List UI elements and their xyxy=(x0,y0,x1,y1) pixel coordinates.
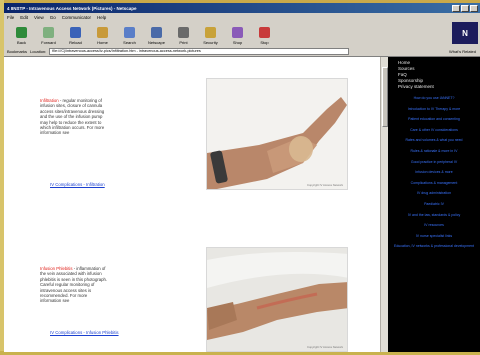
print-button[interactable]: Print xyxy=(170,27,197,45)
url-field[interactable]: file:///C|/intravenous-access/iv-pics/In… xyxy=(49,48,350,55)
menu-help[interactable]: Help xyxy=(97,15,106,20)
lock-icon xyxy=(205,27,216,38)
shop-icon xyxy=(232,27,243,38)
netscape-throbber-logo: N xyxy=(452,22,478,44)
sidebar-link[interactable]: IV and the law, standards & policy xyxy=(392,213,476,218)
entry-term: Infusion Phlebitis xyxy=(40,266,73,271)
netscape-button[interactable]: Netscape xyxy=(143,27,170,45)
sidebar-link[interactable]: How do you use IANNET? xyxy=(392,96,476,101)
stop-button[interactable]: Stop xyxy=(251,27,278,45)
search-icon xyxy=(124,27,135,38)
sidebar-link[interactable]: Care & other IV considerations xyxy=(392,128,476,133)
menu-edit[interactable]: Edit xyxy=(20,15,28,20)
security-button[interactable]: Security xyxy=(197,27,224,45)
sidebar-link[interactable]: Infusion devices & more xyxy=(392,170,476,175)
vertical-scrollbar[interactable] xyxy=(380,57,388,352)
shop-button[interactable]: Shop xyxy=(224,27,251,45)
entry-link[interactable]: IV Complications - Infusion Phlebitis xyxy=(50,330,119,335)
page-content: Infiltration - regular monitoring of inf… xyxy=(4,56,480,352)
entry-link[interactable]: IV Complications - Infiltration xyxy=(50,182,105,187)
sidebar-top-link[interactable]: Privacy statement xyxy=(392,84,476,90)
infiltration-photo: Copyright IV Access Network xyxy=(206,78,348,190)
entry-term: Infiltration xyxy=(40,98,59,103)
window-title: 4 IINSTP - Intravenous Access Network (P… xyxy=(7,5,137,11)
search-button[interactable]: Search xyxy=(116,27,143,45)
main-pane: Infiltration - regular monitoring of inf… xyxy=(4,57,380,352)
minimize-button[interactable] xyxy=(452,4,460,12)
menu-bar: File Edit View Go Communicator Help xyxy=(4,13,480,21)
window-titlebar: 4 IINSTP - Intravenous Access Network (P… xyxy=(4,3,480,13)
sidebar-link[interactable]: Good practice in peripheral IV xyxy=(392,160,476,165)
sidebar-link[interactable]: Patient education and consenting xyxy=(392,117,476,122)
reload-icon xyxy=(70,27,81,38)
print-icon xyxy=(178,27,189,38)
reload-button[interactable]: Reload xyxy=(62,27,89,45)
sidebar-link[interactable]: IV resources xyxy=(392,223,476,228)
forward-button[interactable]: Forward xyxy=(35,27,62,45)
maximize-button[interactable] xyxy=(461,4,469,12)
back-arrow-icon xyxy=(16,27,27,38)
bookmarks-button[interactable]: Bookmarks xyxy=(7,49,27,54)
back-button[interactable]: Back xyxy=(8,27,35,45)
phlebitis-photo: Copyright IV Access Network xyxy=(206,247,348,352)
menu-file[interactable]: File xyxy=(7,15,14,20)
netscape-icon xyxy=(151,27,162,38)
photo-caption: Copyright IV Access Network xyxy=(306,183,343,187)
menu-go[interactable]: Go xyxy=(50,15,56,20)
home-button[interactable]: Home xyxy=(89,27,116,45)
sidebar-nav: Home Sources FaQ Sponsorship Privacy sta… xyxy=(388,57,480,352)
home-icon xyxy=(97,27,108,38)
sidebar-link[interactable]: IV nurse specialist links xyxy=(392,234,476,239)
forward-arrow-icon xyxy=(43,27,54,38)
stop-icon xyxy=(259,27,270,38)
sidebar-link[interactable]: Rules & rationale & more in IV xyxy=(392,149,476,154)
location-label: Location: xyxy=(30,49,47,54)
close-button[interactable] xyxy=(470,4,478,12)
sidebar-link[interactable]: Rates and volumes & what you need xyxy=(392,138,476,143)
sidebar-link[interactable]: IV drug administration xyxy=(392,191,476,196)
sidebar-link[interactable]: Paediatric IV xyxy=(392,202,476,207)
photo-caption: Copyright IV Access Network xyxy=(306,345,343,349)
whats-related-button[interactable]: What's Related xyxy=(449,49,480,54)
location-bar: Bookmarks Location: file:///C|/intraveno… xyxy=(4,47,480,56)
menu-communicator[interactable]: Communicator xyxy=(62,15,91,20)
navigation-toolbar: Back Forward Reload Home Search Netscape… xyxy=(4,21,480,47)
sidebar-link[interactable]: Introduction to IV Therapy & more xyxy=(392,107,476,112)
menu-view[interactable]: View xyxy=(34,15,44,20)
entry-description: Infusion Phlebitis - inflammation of the… xyxy=(40,266,108,304)
sidebar-link[interactable]: Education, IV networks & professional de… xyxy=(392,244,476,249)
sidebar-link[interactable]: Complications & management xyxy=(392,181,476,186)
entry-description: Infiltration - regular monitoring of inf… xyxy=(40,98,105,136)
